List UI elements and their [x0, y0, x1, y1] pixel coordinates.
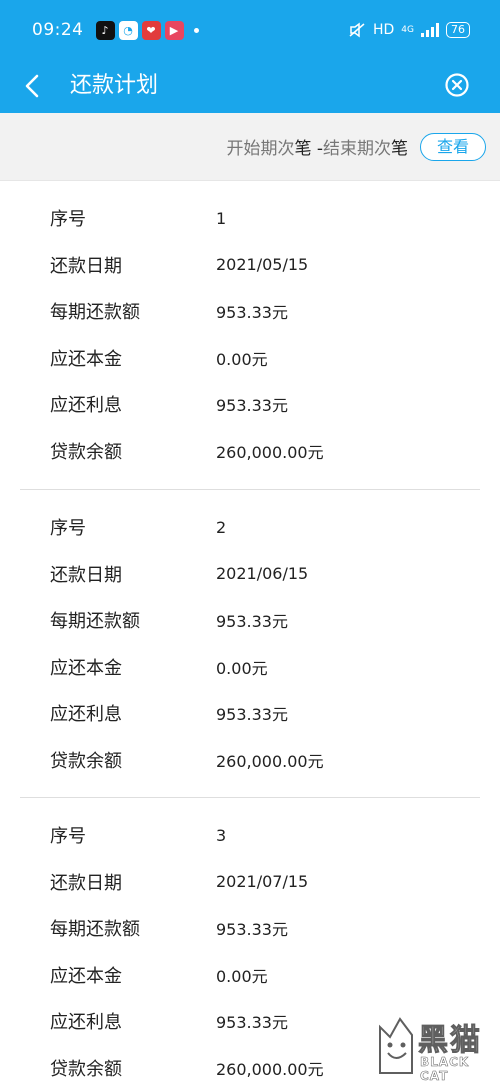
row-value: 260,000.00元: [216, 1059, 324, 1079]
view-button[interactable]: 查看: [420, 133, 486, 161]
notification-icons: ♪ ◔ ❤ ▶: [95, 20, 199, 40]
chevron-left-icon: [25, 74, 39, 98]
row-label: 序号: [50, 209, 86, 231]
row-label: 应还本金: [50, 965, 122, 987]
row-value: 2: [216, 517, 227, 537]
row-value: 0.00元: [216, 966, 268, 986]
period-filter-bar: 开始期次笔 -结束期次笔 查看: [0, 113, 500, 181]
close-button[interactable]: [442, 70, 472, 100]
row-value: 953.33元: [216, 396, 288, 416]
app-icon: ❤: [141, 20, 161, 40]
row-label: 序号: [50, 826, 86, 848]
signal-icon: [421, 23, 439, 37]
row-label: 贷款余额: [50, 1058, 122, 1080]
row-value: 260,000.00元: [216, 442, 324, 462]
status-right: HD 4G 76: [348, 22, 470, 38]
row-value: 260,000.00元: [216, 751, 324, 771]
back-button[interactable]: [16, 68, 48, 104]
record-row: 贷款余额 260,000.00元: [20, 428, 480, 475]
row-value: 953.33元: [216, 303, 288, 323]
row-label: 应还利息: [50, 704, 122, 726]
row-label: 应还利息: [50, 395, 122, 417]
watermark-text: 黑猫: [418, 1023, 482, 1059]
network-type: 4G: [401, 25, 414, 35]
row-label: 每期还款额: [50, 302, 140, 324]
row-value: 2021/05/15: [216, 255, 309, 275]
end-period-label: 结束期次: [323, 139, 391, 159]
row-value: 953.33元: [216, 1013, 288, 1033]
record-row: 序号 2: [20, 504, 480, 551]
record-row: 每期还款额 953.33元: [20, 597, 480, 644]
network-label: HD: [372, 22, 395, 38]
repayment-record: 序号 2 还款日期 2021/06/15 每期还款额 953.33元 应还本金 0.00…: [20, 489, 480, 797]
row-label: 每期还款额: [50, 919, 140, 941]
row-value: 1: [216, 208, 227, 228]
more-notifications-dot: [193, 27, 199, 33]
repayment-record: 序号 1 还款日期 2021/05/15 每期还款额 953.33元 应还本金 0.00…: [20, 181, 480, 489]
record-row: 每期还款额 953.33元: [20, 905, 480, 952]
nav-bar: 还款计划: [0, 60, 500, 113]
row-label: 序号: [50, 518, 86, 540]
end-period-unit[interactable]: 笔: [391, 139, 408, 159]
record-row: 应还利息 953.33元: [20, 690, 480, 737]
range-separator: -: [311, 139, 323, 159]
status-time: 09:24: [32, 20, 84, 40]
watermark-subtext: BLACK CAT: [420, 1055, 470, 1083]
record-row: 还款日期 2021/07/15: [20, 859, 480, 906]
row-value: 3: [216, 825, 227, 845]
row-label: 应还利息: [50, 1012, 122, 1034]
row-label: 应还本金: [50, 657, 122, 679]
row-value: 953.33元: [216, 612, 288, 632]
record-row: 每期还款额 953.33元: [20, 288, 480, 335]
period-range: 开始期次笔 -结束期次笔: [226, 134, 408, 159]
row-label: 应还本金: [50, 348, 122, 370]
record-row: 还款日期 2021/05/15: [20, 242, 480, 289]
row-value: 953.33元: [216, 920, 288, 940]
record-row: 序号 1: [20, 195, 480, 242]
app-header: 09:24 ♪ ◔ ❤ ▶ HD 4G 76 还款计划: [0, 0, 500, 113]
row-label: 还款日期: [50, 564, 122, 586]
black-cat-logo-icon: [379, 1017, 413, 1074]
tiktok-icon: ♪: [95, 20, 115, 40]
app-icon: ◔: [118, 20, 138, 40]
battery-icon: 76: [446, 22, 470, 38]
row-label: 还款日期: [50, 255, 122, 277]
watermark-logo: 黑猫 BLACK CAT: [374, 1013, 492, 1083]
row-label: 还款日期: [50, 872, 122, 894]
record-row: 应还本金 0.00元: [20, 952, 480, 999]
start-period-label: 开始期次: [226, 139, 295, 159]
record-row: 贷款余额 260,000.00元: [20, 737, 480, 784]
row-label: 贷款余额: [50, 750, 122, 772]
record-row: 应还利息 953.33元: [20, 381, 480, 428]
row-value: 0.00元: [216, 349, 268, 369]
row-label: 贷款余额: [50, 441, 122, 463]
status-bar: 09:24 ♪ ◔ ❤ ▶ HD 4G 76: [0, 0, 500, 60]
battery-level: 76: [451, 23, 465, 36]
page-title: 还款计划: [70, 73, 159, 98]
app-icon: ▶: [164, 20, 184, 40]
row-label: 每期还款额: [50, 611, 140, 633]
row-value: 0.00元: [216, 658, 268, 678]
record-row: 序号 3: [20, 812, 480, 859]
close-circle-icon: [445, 73, 469, 97]
row-value: 2021/06/15: [216, 564, 309, 584]
record-row: 应还本金 0.00元: [20, 335, 480, 382]
record-row: 还款日期 2021/06/15: [20, 551, 480, 598]
mute-vibrate-icon: [349, 22, 365, 38]
record-row: 应还本金 0.00元: [20, 644, 480, 691]
row-value: 2021/07/15: [216, 872, 309, 892]
start-period-unit[interactable]: 笔: [294, 139, 311, 159]
row-value: 953.33元: [216, 705, 288, 725]
repayment-list: 序号 1 还款日期 2021/05/15 每期还款额 953.33元 应还本金 0.00…: [0, 181, 500, 1083]
